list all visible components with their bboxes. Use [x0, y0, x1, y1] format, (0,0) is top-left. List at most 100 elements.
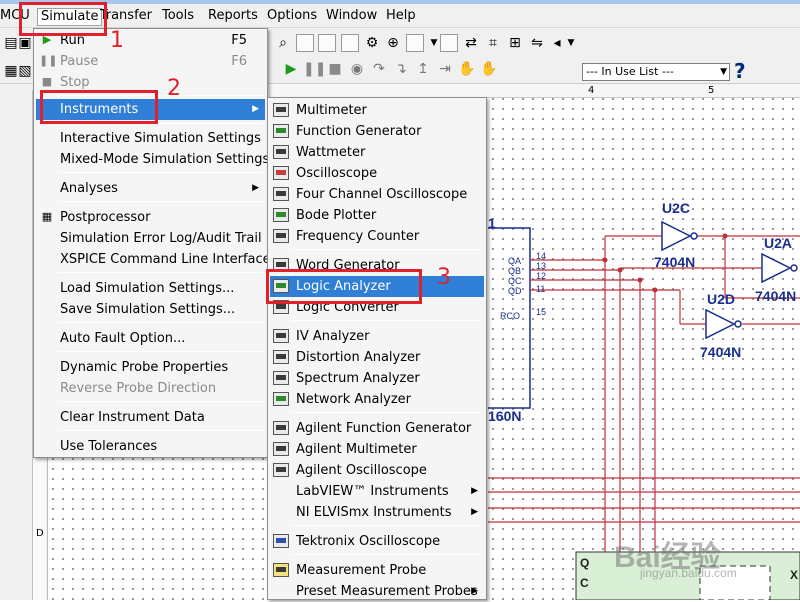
- interactive-label: Interactive Simulation Settings: [60, 131, 261, 146]
- separator: [58, 272, 263, 273]
- bode-label: Bode Plotter: [296, 208, 377, 223]
- menu-item-analyses[interactable]: Analyses ▶: [36, 178, 265, 199]
- menu-item-ni-elvis[interactable]: NI ELVISmx Instruments ▶: [270, 502, 484, 523]
- menu-item-xspice[interactable]: XSPICE Command Line Interface: [36, 249, 271, 270]
- pin-num-14: 14: [536, 251, 547, 261]
- menu-item-frequency-counter[interactable]: Frequency Counter: [270, 226, 484, 247]
- pin-num-12: 12: [536, 271, 547, 281]
- tektronix-icon: [273, 534, 289, 548]
- menu-item-dynamic-probe[interactable]: Dynamic Probe Properties: [36, 357, 265, 378]
- function-generator-icon: [273, 124, 289, 138]
- error-log-label: Simulation Error Log/Audit Trail: [60, 231, 262, 246]
- menu-item-reverse-probe[interactable]: Reverse Probe Direction: [36, 378, 265, 399]
- pause-shortcut: F6: [231, 54, 247, 69]
- menu-item-measurement-probe[interactable]: Measurement Probe: [270, 560, 484, 581]
- menu-item-wattmeter[interactable]: Wattmeter: [270, 142, 484, 163]
- annotation-number-1: 1: [110, 28, 124, 53]
- separator: [58, 201, 263, 202]
- menu-item-iv-analyzer[interactable]: IV Analyzer: [270, 326, 484, 347]
- separator: [58, 351, 263, 352]
- chip-letter-c: C: [580, 576, 589, 590]
- menu-item-four-channel-oscilloscope[interactable]: Four Channel Oscilloscope: [270, 184, 484, 205]
- annotation-box-3: [266, 269, 422, 304]
- inverter-u2a: [761, 252, 798, 284]
- multimeter-label: Multimeter: [296, 103, 367, 118]
- menu-item-auto-fault[interactable]: Auto Fault Option...: [36, 328, 265, 349]
- submenu-arrow-icon: ▶: [471, 486, 478, 496]
- xspice-label: XSPICE Command Line Interface: [60, 252, 271, 267]
- use-tolerances-label: Use Tolerances: [60, 439, 158, 454]
- function-generator-label: Function Generator: [296, 124, 422, 139]
- agilent-fg-icon: [273, 421, 289, 435]
- menu-item-multimeter[interactable]: Multimeter: [270, 100, 484, 121]
- four-channel-label: Four Channel Oscilloscope: [296, 187, 468, 202]
- menu-item-use-tolerances[interactable]: Use Tolerances: [36, 436, 265, 457]
- spectrum-label: Spectrum Analyzer: [296, 371, 420, 386]
- tektronix-label: Tektronix Oscilloscope: [296, 534, 441, 549]
- submenu-arrow-icon: ▶: [252, 104, 259, 114]
- annotation-number-2: 2: [167, 76, 181, 101]
- u2d-label: U2D: [707, 291, 736, 307]
- run-shortcut: F5: [231, 33, 247, 48]
- menu-item-clear-instrument-data[interactable]: Clear Instrument Data: [36, 407, 265, 428]
- u2a-part: 7404N: [755, 288, 797, 304]
- chip-letter-q: Q: [580, 556, 590, 570]
- menu-item-distortion-analyzer[interactable]: Distortion Analyzer: [270, 347, 484, 368]
- analyses-label: Analyses: [60, 181, 118, 196]
- menu-item-bode-plotter[interactable]: Bode Plotter: [270, 205, 484, 226]
- pin-qb: QB: [508, 266, 522, 276]
- pin-qa: QA: [508, 256, 522, 266]
- counter-part-label: 160N: [488, 408, 522, 424]
- menu-item-oscilloscope[interactable]: Oscilloscope: [270, 163, 484, 184]
- menu-item-interactive-settings[interactable]: Interactive Simulation Settings: [36, 128, 265, 149]
- spectrum-analyzer-icon: [273, 371, 289, 385]
- distortion-analyzer-icon: [273, 350, 289, 364]
- menu-item-agilent-multimeter[interactable]: Agilent Multimeter: [270, 439, 484, 460]
- frequency-counter-icon: [273, 229, 289, 243]
- dynamic-probe-label: Dynamic Probe Properties: [60, 360, 229, 375]
- separator: [292, 554, 482, 555]
- submenu-arrow-icon: ▶: [471, 586, 478, 596]
- inverter-u2d: [705, 308, 742, 340]
- menu-item-load-settings[interactable]: Load Simulation Settings...: [36, 278, 265, 299]
- measurement-probe-icon: [273, 563, 289, 577]
- agilent-osc-label: Agilent Oscilloscope: [296, 463, 427, 478]
- pin-qc: QC: [508, 276, 522, 286]
- iv-analyzer-icon: [273, 329, 289, 343]
- agilent-fg-label: Agilent Function Generator: [296, 421, 472, 436]
- separator: [292, 412, 482, 413]
- mixed-mode-label: Mixed-Mode Simulation Settings: [60, 152, 270, 167]
- separator: [58, 401, 263, 402]
- pin-qd: QD: [508, 286, 522, 296]
- menu-item-tektronix[interactable]: Tektronix Oscilloscope: [270, 531, 484, 552]
- separator: [292, 320, 482, 321]
- instruments-submenu: Multimeter Function Generator Wattmeter …: [267, 97, 487, 600]
- u2c-part: 7404N: [654, 254, 696, 270]
- pin-num-11: 11: [536, 284, 546, 294]
- agilent-osc-icon: [273, 463, 289, 477]
- counter-pin-one: 1: [488, 215, 496, 231]
- u2d-part: 7404N: [700, 344, 742, 360]
- menu-item-agilent-function-generator[interactable]: Agilent Function Generator: [270, 418, 484, 439]
- postprocessor-label: Postprocessor: [60, 210, 151, 225]
- menu-item-save-settings[interactable]: Save Simulation Settings...: [36, 299, 265, 320]
- agilent-mm-icon: [273, 442, 289, 456]
- menu-item-function-generator[interactable]: Function Generator: [270, 121, 484, 142]
- menu-item-postprocessor[interactable]: ▦ Postprocessor: [36, 207, 265, 228]
- preset-probes-label: Preset Measurement Probes: [296, 584, 478, 599]
- submenu-arrow-icon: ▶: [471, 507, 478, 517]
- annotation-box-1: [19, 2, 107, 36]
- auto-fault-label: Auto Fault Option...: [60, 331, 186, 346]
- u2c-label: U2C: [662, 200, 691, 216]
- separator: [58, 322, 263, 323]
- submenu-arrow-icon: ▶: [252, 183, 259, 193]
- menu-item-spectrum-analyzer[interactable]: Spectrum Analyzer: [270, 368, 484, 389]
- watermark-site: jingyan.baidu.com: [640, 566, 737, 580]
- menu-item-preset-probes[interactable]: Preset Measurement Probes ▶: [270, 581, 484, 602]
- menu-item-agilent-oscilloscope[interactable]: Agilent Oscilloscope: [270, 460, 484, 481]
- menu-item-mixed-mode-settings[interactable]: Mixed-Mode Simulation Settings: [36, 149, 269, 170]
- menu-item-error-log[interactable]: Simulation Error Log/Audit Trail: [36, 228, 265, 249]
- menu-item-labview-instruments[interactable]: LabVIEW™ Instruments ▶: [270, 481, 484, 502]
- menu-item-pause[interactable]: ❚❚ Pause F6: [36, 51, 265, 72]
- menu-item-network-analyzer[interactable]: Network Analyzer: [270, 389, 484, 410]
